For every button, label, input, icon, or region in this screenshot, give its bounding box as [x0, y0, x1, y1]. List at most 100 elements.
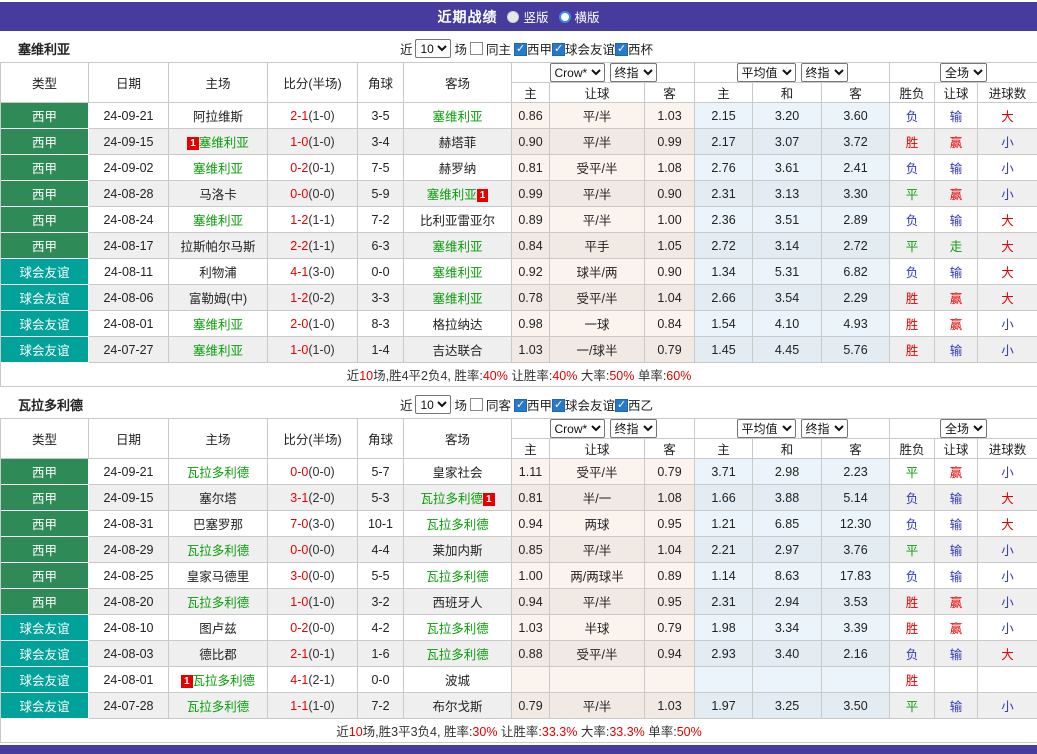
result-outcome-cell: 平 — [890, 181, 935, 207]
home-team-cell: 利物浦 — [169, 259, 268, 285]
odds-handicap-cell: 平/半 — [550, 589, 645, 615]
odds-handicap-cell: 平手 — [550, 233, 645, 259]
odds-away-cell: 1.05 — [645, 233, 695, 259]
avg-home-cell — [695, 667, 753, 693]
fulltime-select[interactable]: 全场 — [940, 63, 987, 82]
avg-away-cell: 2.41 — [822, 155, 890, 181]
home-team-cell: 瓦拉多利德 — [169, 693, 268, 719]
match-type-cell: 西甲 — [1, 233, 89, 259]
match-type-cell: 球会友谊 — [1, 311, 89, 337]
average-stage-select[interactable]: 终指 — [801, 63, 848, 82]
bookmaker-select[interactable]: Crow* — [550, 419, 605, 438]
same-venue-checkbox[interactable] — [470, 42, 483, 55]
odds-home-cell: 1.03 — [512, 337, 550, 363]
avg-away-cell: 3.30 — [822, 181, 890, 207]
odds-handicap-cell: 两球 — [550, 511, 645, 537]
home-team-cell: 塞维利亚 — [169, 155, 268, 181]
red-badge: 1 — [483, 493, 495, 506]
odds-away-cell: 1.04 — [645, 285, 695, 311]
score-cell: 0-2(0-0) — [268, 615, 358, 641]
match-type-cell: 西甲 — [1, 589, 89, 615]
avg-away-cell: 3.53 — [822, 589, 890, 615]
same-venue-checkbox[interactable] — [470, 398, 483, 411]
layout-radio-vertical[interactable]: 竖版 — [507, 7, 548, 26]
home-team-cell: 德比郡 — [169, 641, 268, 667]
corners-cell: 3-3 — [358, 285, 404, 311]
league-checkbox[interactable] — [514, 43, 527, 56]
match-date-cell: 24-08-01 — [89, 311, 169, 337]
team-label: 瓦拉多利德 — [187, 596, 250, 610]
avg-home-cell: 1.66 — [695, 485, 753, 511]
avg-draw-cell: 3.13 — [753, 181, 822, 207]
corners-cell: 7-5 — [358, 155, 404, 181]
league-checkbox[interactable] — [552, 43, 565, 56]
avg-home-cell: 1.97 — [695, 693, 753, 719]
result-goals-cell: 大 — [978, 285, 1037, 311]
avg-away-cell: 3.76 — [822, 537, 890, 563]
bookmaker-select[interactable]: Crow* — [550, 63, 605, 82]
score-cell: 0-0(0-0) — [268, 459, 358, 485]
match-row: 球会友谊24-08-10图卢兹0-2(0-0)4-2瓦拉多利德1.03半球0.7… — [1, 615, 1037, 641]
odds-stage-select[interactable]: 终指 — [610, 419, 657, 438]
same-venue-label: 同客 — [486, 395, 511, 414]
match-row: 球会友谊24-08-06富勒姆(中)1-2(0-2)3-3塞维利亚0.78受平/… — [1, 285, 1037, 311]
odds-away-cell: 1.03 — [645, 103, 695, 129]
recent-count-select[interactable]: 10 — [415, 39, 451, 58]
result-outcome-cell: 负 — [890, 207, 935, 233]
fulltime-select[interactable]: 全场 — [940, 419, 987, 438]
odds-stage-select[interactable]: 终指 — [610, 63, 657, 82]
match-date-cell: 24-08-11 — [89, 259, 169, 285]
score-cell: 1-2(0-2) — [268, 285, 358, 311]
recent-count-select[interactable]: 10 — [415, 395, 451, 414]
avg-away-cell: 17.83 — [822, 563, 890, 589]
result-handicap-cell: 输 — [935, 207, 978, 233]
away-team-cell: 赫塔菲 — [404, 129, 512, 155]
col-header-away: 客场 — [404, 419, 512, 459]
average-stage-select[interactable]: 终指 — [801, 419, 848, 438]
avg-draw-cell: 3.34 — [753, 615, 822, 641]
league-checkbox-label: 球会友谊 — [565, 399, 615, 413]
score-cell: 7-0(3-0) — [268, 511, 358, 537]
avg-home-cell: 2.31 — [695, 589, 753, 615]
home-team-cell: 阿拉维斯 — [169, 103, 268, 129]
avg-away-cell: 4.93 — [822, 311, 890, 337]
score-cell: 0-0(0-0) — [268, 181, 358, 207]
away-team-cell: 瓦拉多利德 — [404, 563, 512, 589]
result-group-header: 全场 — [890, 419, 1037, 439]
avg-draw-cell: 3.40 — [753, 641, 822, 667]
league-checkbox[interactable] — [615, 399, 628, 412]
average-select[interactable]: 平均值 — [737, 419, 796, 438]
league-checkbox[interactable] — [615, 43, 628, 56]
match-row: 西甲24-08-28马洛卡0-0(0-0)5-9塞维利亚10.99平/半0.90… — [1, 181, 1037, 207]
avg-draw-cell: 2.94 — [753, 589, 822, 615]
result-handicap-cell: 输 — [935, 563, 978, 589]
team-label: 阿拉维斯 — [193, 110, 243, 124]
avg-draw-cell: 4.10 — [753, 311, 822, 337]
league-checkbox-label: 西甲 — [527, 399, 552, 413]
odds-handicap-cell: 受平/半 — [550, 285, 645, 311]
col-header-avg-home: 主 — [695, 439, 753, 459]
team-label: 塞维利亚 — [193, 344, 243, 358]
avg-home-cell: 2.66 — [695, 285, 753, 311]
odds-away-cell: 0.79 — [645, 615, 695, 641]
match-type-cell: 球会友谊 — [1, 259, 89, 285]
odds-handicap-cell: 一球 — [550, 311, 645, 337]
col-header-type: 类型 — [1, 63, 89, 103]
radio-selected-icon — [507, 11, 519, 23]
home-team-cell: 皇家马德里 — [169, 563, 268, 589]
result-goals-cell: 大 — [978, 641, 1037, 667]
home-team-cell: 塞尔塔 — [169, 485, 268, 511]
average-select[interactable]: 平均值 — [737, 63, 796, 82]
away-team-cell: 赫罗纳 — [404, 155, 512, 181]
match-type-cell: 西甲 — [1, 563, 89, 589]
layout-radio-horizontal[interactable]: 横版 — [559, 7, 600, 26]
league-checkbox[interactable] — [552, 399, 565, 412]
odds-handicap-cell: 平/半 — [550, 129, 645, 155]
match-row: 西甲24-08-17拉斯帕尔马斯2-2(1-1)6-3塞维利亚0.84平手1.0… — [1, 233, 1037, 259]
result-goals-cell: 大 — [978, 511, 1037, 537]
team-label: 图卢兹 — [199, 622, 237, 636]
home-team-cell: 巴塞罗那 — [169, 511, 268, 537]
odds-away-cell: 1.04 — [645, 537, 695, 563]
filter-controls: 近 10 场 同客 西甲球会友谊西乙 — [400, 395, 653, 414]
league-checkbox[interactable] — [514, 399, 527, 412]
